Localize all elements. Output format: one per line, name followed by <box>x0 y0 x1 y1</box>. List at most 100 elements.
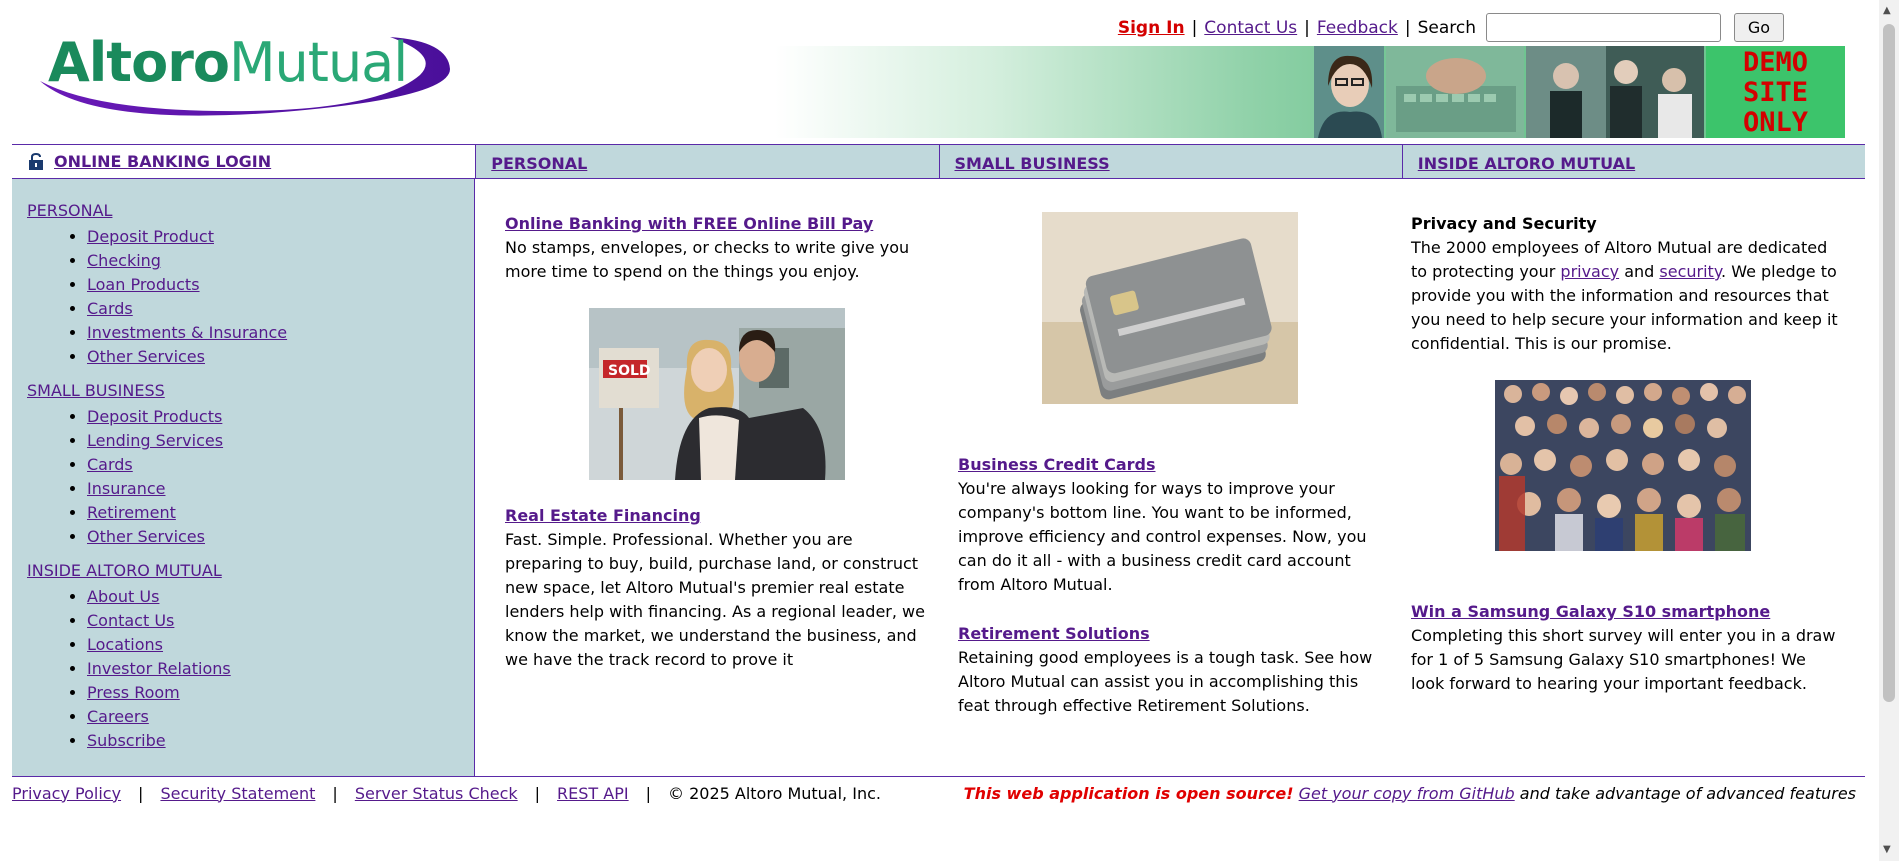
separator: | <box>332 783 338 803</box>
separator: | <box>1191 17 1198 38</box>
privacy-security-text: The 2000 employees of Altoro Mutual are … <box>1411 236 1841 356</box>
keyboard-photo <box>1386 46 1524 138</box>
promo-retirement-solutions: Retirement Solutions Retaining good empl… <box>958 622 1388 718</box>
list-item: Careers <box>87 705 459 729</box>
scroll-up-icon[interactable]: ▲ <box>1883 6 1891 16</box>
open-source-notice: This web application is open source! Get… <box>964 784 1865 803</box>
sidebar-item-retirement[interactable]: Retirement <box>87 503 176 522</box>
sold-sign-text: SOLD <box>608 363 651 379</box>
go-button[interactable]: Go <box>1734 13 1784 42</box>
header-banner: DEMO SITE ONLY <box>775 46 1845 138</box>
list-item: Press Room <box>87 681 459 705</box>
feedback-link[interactable]: Feedback <box>1317 18 1398 38</box>
promo-privacy-security: Privacy and Security The 2000 employees … <box>1411 212 1841 356</box>
real-estate-financing-link[interactable]: Real Estate Financing <box>505 506 701 525</box>
server-status-check-link[interactable]: Server Status Check <box>355 784 518 803</box>
tab-personal[interactable]: PERSONAL <box>475 145 939 178</box>
github-link[interactable]: Get your copy from GitHub <box>1299 784 1515 803</box>
privacy-policy-link[interactable]: Privacy Policy <box>12 784 121 803</box>
sidebar-item-insurance[interactable]: Insurance <box>87 479 166 498</box>
sidebar-list-inside-altoro: About Us Contact Us Locations Investor R… <box>27 585 459 753</box>
demo-site-only-badge: DEMO SITE ONLY <box>1706 46 1845 138</box>
sidebar-item-lending-services[interactable]: Lending Services <box>87 431 223 450</box>
vertical-scrollbar[interactable]: ▲ ▼ <box>1879 0 1899 861</box>
sidebar-item-press-room[interactable]: Press Room <box>87 683 180 702</box>
list-item: Loan Products <box>87 273 459 297</box>
tab-online-banking-login[interactable]: ONLINE BANKING LOGIN <box>12 145 476 178</box>
privacy-link[interactable]: privacy <box>1560 262 1619 281</box>
sidebar-item-other-services[interactable]: Other Services <box>87 527 205 546</box>
retirement-solutions-link[interactable]: Retirement Solutions <box>958 624 1150 643</box>
sidebar-item-deposit-product[interactable]: Deposit Product <box>87 227 214 246</box>
retirement-solutions-text: Retaining good employees is a tough task… <box>958 648 1373 715</box>
list-item: About Us <box>87 585 459 609</box>
tab-small-business[interactable]: SMALL BUSINESS <box>938 145 1402 178</box>
logo-wordmark: AltoroMutual <box>48 31 408 94</box>
list-item: Cards <box>87 453 459 477</box>
sidebar-item-about-us[interactable]: About Us <box>87 587 159 606</box>
sidebar-item-investor-relations[interactable]: Investor Relations <box>87 659 231 678</box>
privacy-text-and: and <box>1619 262 1660 281</box>
list-item: Other Services <box>87 345 459 369</box>
demo-word: DEMO <box>1742 47 1809 78</box>
sidebar-list-small-business: Deposit Products Lending Services Cards … <box>27 405 459 549</box>
real-estate-text: Fast. Simple. Professional. Whether you … <box>505 530 925 669</box>
sidebar: PERSONAL Deposit Product Checking Loan P… <box>12 179 475 776</box>
main-nav: ONLINE BANKING LOGIN PERSONAL SMALL BUSI… <box>12 144 1865 179</box>
padlock-icon <box>29 153 43 170</box>
copyright-text: © 2025 Altoro Mutual, Inc. <box>668 783 881 803</box>
search-label: Search <box>1417 17 1476 38</box>
sidebar-section-inside-altoro[interactable]: INSIDE ALTORO MUTUAL <box>27 561 459 580</box>
rest-api-link[interactable]: REST API <box>557 784 629 803</box>
sidebar-item-contact-us[interactable]: Contact Us <box>87 611 174 630</box>
security-link[interactable]: security <box>1659 262 1721 281</box>
credit-cards-photo <box>1042 212 1298 404</box>
sidebar-item-investments-insurance[interactable]: Investments & Insurance <box>87 323 287 342</box>
sidebar-item-checking[interactable]: Checking <box>87 251 161 270</box>
online-banking-bill-pay-link[interactable]: Online Banking with FREE Online Bill Pay <box>505 214 873 233</box>
logo-word-mutual: Mutual <box>228 31 408 94</box>
contact-us-link[interactable]: Contact Us <box>1204 18 1297 38</box>
sign-in-link[interactable]: Sign In <box>1118 18 1185 38</box>
sidebar-item-locations[interactable]: Locations <box>87 635 163 654</box>
promo-business-credit-cards: Business Credit Cards You're always look… <box>958 453 1388 597</box>
sidebar-item-loan-products[interactable]: Loan Products <box>87 275 200 294</box>
top-utility-links: Sign In | Contact Us | Feedback | Search… <box>1118 13 1784 42</box>
sidebar-item-other-services[interactable]: Other Services <box>87 347 205 366</box>
search-input[interactable] <box>1486 13 1721 42</box>
list-item: Investments & Insurance <box>87 321 459 345</box>
list-item: Subscribe <box>87 729 459 753</box>
scroll-down-icon[interactable]: ▼ <box>1883 845 1891 855</box>
online-banking-login-link[interactable]: ONLINE BANKING LOGIN <box>54 152 271 171</box>
security-statement-link[interactable]: Security Statement <box>160 784 315 803</box>
promo-online-banking: Online Banking with FREE Online Bill Pay… <box>505 212 935 284</box>
sidebar-section-small-business[interactable]: SMALL BUSINESS <box>27 381 459 400</box>
samsung-galaxy-link[interactable]: Win a Samsung Galaxy S10 smartphone <box>1411 602 1770 621</box>
small-business-tab-link[interactable]: SMALL BUSINESS <box>955 154 1110 173</box>
sidebar-item-deposit-products[interactable]: Deposit Products <box>87 407 222 426</box>
sidebar-item-careers[interactable]: Careers <box>87 707 149 726</box>
sidebar-section-personal[interactable]: PERSONAL <box>27 201 459 220</box>
separator: | <box>138 783 144 803</box>
list-item: Cards <box>87 297 459 321</box>
inside-altoro-tab-link[interactable]: INSIDE ALTORO MUTUAL <box>1418 154 1635 173</box>
logo-word-altoro: Altoro <box>48 31 230 94</box>
list-item: Checking <box>87 249 459 273</box>
list-item: Retirement <box>87 501 459 525</box>
separator: | <box>645 783 651 803</box>
promo-samsung-galaxy: Win a Samsung Galaxy S10 smartphone Comp… <box>1411 600 1841 696</box>
list-item: Deposit Products <box>87 405 459 429</box>
sidebar-item-cards[interactable]: Cards <box>87 299 133 318</box>
footer: Privacy Policy | Security Statement | Se… <box>12 779 1865 807</box>
tab-inside-altoro-mutual[interactable]: INSIDE ALTORO MUTUAL <box>1401 145 1865 178</box>
business-credit-cards-text: You're always looking for ways to improv… <box>958 479 1367 594</box>
personal-tab-link[interactable]: PERSONAL <box>491 154 587 173</box>
crowd-employees-photo <box>1495 380 1751 551</box>
list-item: Lending Services <box>87 429 459 453</box>
business-credit-cards-link[interactable]: Business Credit Cards <box>958 455 1156 474</box>
scrollbar-thumb[interactable] <box>1883 24 1895 702</box>
sidebar-item-cards[interactable]: Cards <box>87 455 133 474</box>
separator: | <box>1304 17 1310 38</box>
sidebar-item-subscribe[interactable]: Subscribe <box>87 731 166 750</box>
altoro-mutual-logo[interactable]: AltoroMutual <box>30 33 460 123</box>
